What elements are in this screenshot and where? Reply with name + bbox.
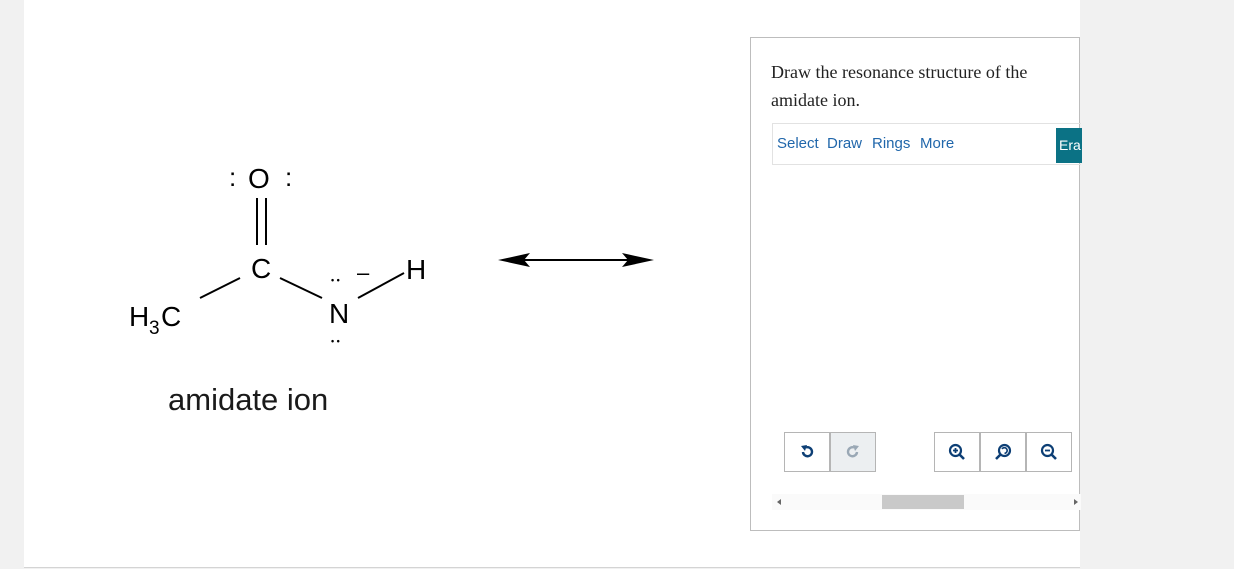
amidate-structure: O : : C H 3 C N • • • • – H: [129, 162, 654, 346]
bond-methyl-carbon: [199, 277, 241, 299]
drawing-panel: Draw the resonance structure of the amid…: [750, 37, 1082, 531]
oxygen-lone-pair-right: :: [285, 162, 292, 192]
nitrogen-lone-pair-bottom: • •: [331, 336, 340, 346]
resonance-arrow-icon: [498, 253, 654, 267]
zoom-reset-icon: [995, 443, 1012, 460]
hydrogen-label: H: [406, 254, 426, 285]
methyl-c-label: C: [161, 301, 181, 332]
undo-icon: [801, 445, 814, 458]
horizontal-scrollbar[interactable]: [772, 494, 1081, 510]
question-prompt: Draw the resonance structure of the amid…: [771, 62, 1028, 110]
scroll-left-icon[interactable]: [775, 494, 783, 510]
bond-carbon-nitrogen: [279, 277, 323, 299]
nitrogen-lone-pair-top: • •: [331, 275, 340, 285]
editor-toolbar: Select Draw Rings More Era: [772, 123, 1082, 165]
zoom-in-icon: [948, 443, 965, 460]
select-menu[interactable]: Select: [777, 135, 819, 152]
zoom-out-icon: [1040, 443, 1057, 460]
zoom-in-button[interactable]: [934, 432, 980, 472]
zoom-out-button[interactable]: [1026, 432, 1072, 472]
erase-button[interactable]: Era: [1056, 128, 1082, 163]
scrollbar-thumb[interactable]: [882, 495, 964, 509]
nitrogen-label: N: [329, 298, 349, 329]
negative-charge: –: [357, 260, 370, 285]
molecule-caption: amidate ion: [168, 382, 329, 417]
right-gutter: [1080, 0, 1234, 569]
undo-button[interactable]: [784, 432, 830, 472]
rings-menu[interactable]: Rings: [872, 135, 910, 152]
zoom-reset-button[interactable]: [980, 432, 1026, 472]
draw-menu[interactable]: Draw: [827, 135, 862, 152]
scroll-right-icon[interactable]: [1072, 494, 1080, 510]
more-menu[interactable]: More: [920, 135, 954, 152]
oxygen-lone-pair-left: :: [229, 162, 236, 192]
methyl-subscript: 3: [149, 318, 160, 339]
carbon-label: C: [251, 253, 271, 284]
redo-button[interactable]: [830, 432, 876, 472]
redo-icon: [846, 445, 859, 458]
oxygen-label: O: [248, 163, 270, 194]
methyl-h-label: H: [129, 301, 149, 332]
